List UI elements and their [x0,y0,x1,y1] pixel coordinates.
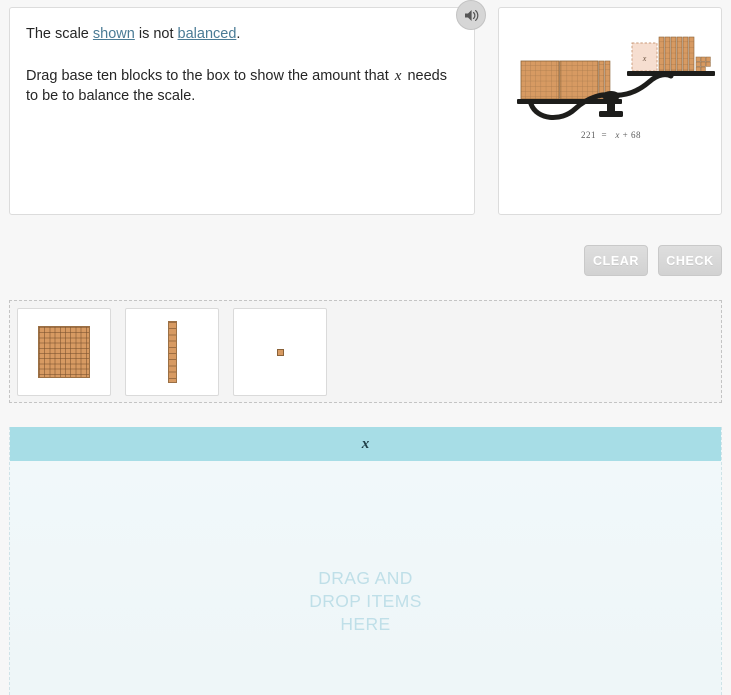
answer-dropzone[interactable]: x DRAG AND DROP ITEMS HERE [9,427,722,695]
palette-item-unit-cube[interactable] [233,308,327,396]
prompt-text-period: . [236,26,241,42]
unit-cube-icon [276,348,284,356]
balance-scale-diagram: x [517,36,715,120]
dropzone-header-label: x [361,435,370,452]
dropzone-body[interactable]: DRAG AND DROP ITEMS HERE [10,461,721,695]
hundred-flat-icon [38,326,90,378]
palette-item-ten-rod[interactable] [125,308,219,396]
equation-constant: 68 [630,130,641,140]
equation-variable: x [615,130,620,140]
prompt-text-prefix: The scale [26,26,93,42]
block-palette [9,300,722,403]
action-buttons: CLEAR CHECK [584,245,722,276]
dropzone-header: x [10,427,721,461]
equation-operator: = [601,130,608,140]
clear-button[interactable]: CLEAR [584,245,648,276]
dropzone-hint-line-3: HERE [340,614,391,634]
scale-unknown-label: x [642,54,647,63]
dropzone-placeholder-text: DRAG AND DROP ITEMS HERE [10,567,721,636]
dropzone-hint-line-1: DRAG AND [318,568,413,588]
scale-equation: 221 = x + 68 [499,130,723,140]
scale-illustration-panel: x 221 = x + 68 [498,7,722,215]
ten-rod-icon [167,321,177,383]
link-balanced[interactable]: balanced [178,26,237,42]
equation-left-value: 221 [581,130,597,140]
link-shown[interactable]: shown [93,26,135,42]
prompt-sentence-1: The scale shown is not balanced. [26,24,456,44]
dropzone-hint-line-2: DROP ITEMS [309,591,422,611]
prompt-panel: The scale shown is not balanced. Drag ba… [9,7,475,215]
top-row: The scale shown is not balanced. Drag ba… [0,0,731,230]
prompt-variable-x: x [394,68,402,84]
prompt-text-middle: is not [134,26,178,42]
speaker-icon [464,9,478,21]
equation-plus: + [622,130,629,140]
audio-play-button[interactable] [456,0,486,30]
prompt-instruction-prefix: Drag base ten blocks to the box to show … [26,68,393,84]
check-button[interactable]: CHECK [658,245,722,276]
prompt-sentence-2: Drag base ten blocks to the box to show … [26,66,456,106]
scale-right-pan: x [627,36,715,76]
palette-item-hundred-flat[interactable] [17,308,111,396]
